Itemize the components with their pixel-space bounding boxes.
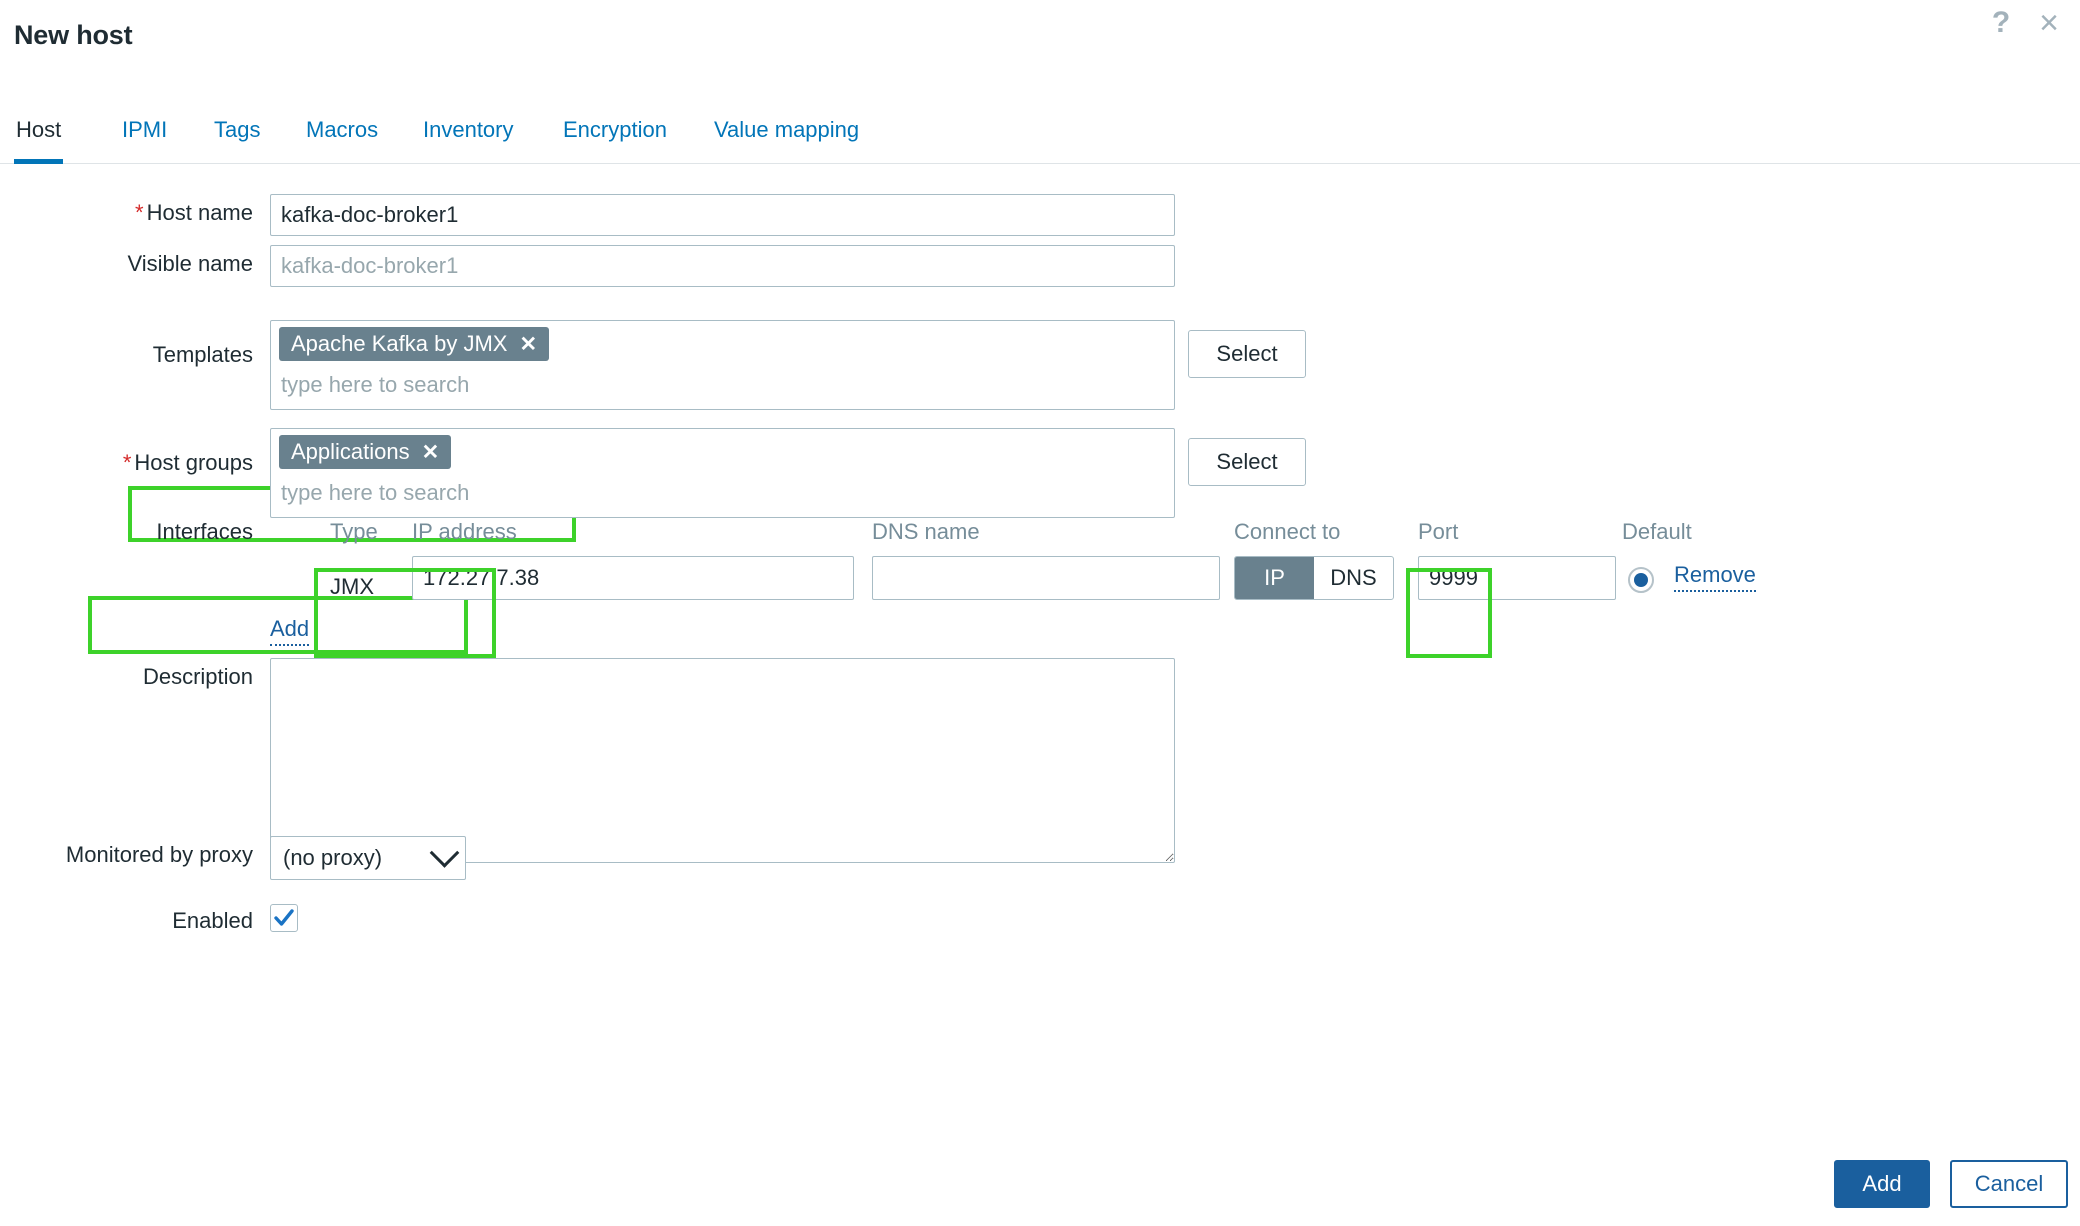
templates-label: Templates [0, 342, 253, 368]
monitored-by-proxy-select[interactable]: (no proxy) [270, 836, 466, 880]
enabled-label: Enabled [0, 908, 253, 934]
column-header-type: Type [330, 519, 378, 545]
description-textarea[interactable] [270, 658, 1175, 863]
column-header-ip-address: IP address [412, 519, 517, 545]
visible-name-label: Visible name [0, 251, 253, 277]
cancel-button[interactable]: Cancel [1950, 1160, 2068, 1208]
interfaces-label: Interfaces [0, 519, 253, 545]
tab-ipmi[interactable]: IPMI [120, 108, 169, 164]
column-header-connect-to: Connect to [1234, 519, 1340, 545]
host-name-label: *Host name [0, 200, 253, 226]
help-icon[interactable]: ? [1986, 8, 2016, 38]
interface-port-input[interactable] [1418, 556, 1616, 600]
connect-to-toggle[interactable]: IP DNS [1234, 556, 1394, 600]
tab-bar: Host IPMI Tags Macros Inventory Encrypti… [0, 108, 2080, 164]
templates-search-input[interactable] [279, 371, 1135, 399]
tab-value-mapping[interactable]: Value mapping [712, 108, 861, 164]
column-header-default: Default [1622, 519, 1692, 545]
tab-host[interactable]: Host [14, 108, 63, 164]
templates-chip[interactable]: Apache Kafka by JMX ✕ [279, 327, 549, 361]
host-name-input[interactable] [270, 194, 1175, 236]
page-title: New host [14, 20, 132, 51]
interface-type-value: JMX [330, 574, 374, 600]
enabled-checkbox[interactable] [270, 904, 298, 932]
connect-to-option-dns[interactable]: DNS [1314, 557, 1393, 599]
tab-encryption[interactable]: Encryption [561, 108, 669, 164]
tab-inventory[interactable]: Inventory [421, 108, 516, 164]
host-groups-search-input[interactable] [279, 479, 1135, 507]
monitored-by-proxy-label: Monitored by proxy [0, 842, 253, 868]
host-groups-chip[interactable]: Applications ✕ [279, 435, 451, 469]
column-header-port: Port [1418, 519, 1458, 545]
interface-remove-link[interactable]: Remove [1674, 562, 1756, 592]
templates-multiselect[interactable]: Apache Kafka by JMX ✕ [270, 320, 1175, 410]
templates-select-button[interactable]: Select [1188, 330, 1306, 378]
description-label: Description [0, 664, 253, 690]
monitored-by-proxy-value: (no proxy) [283, 845, 382, 871]
host-groups-multiselect[interactable]: Applications ✕ [270, 428, 1175, 518]
interface-add-link[interactable]: Add [270, 616, 309, 646]
column-header-dns-name: DNS name [872, 519, 980, 545]
check-icon [273, 907, 295, 929]
interface-default-radio[interactable] [1628, 567, 1654, 593]
close-icon[interactable]: × [2034, 8, 2064, 38]
connect-to-option-ip[interactable]: IP [1235, 557, 1314, 599]
close-icon[interactable]: ✕ [422, 442, 440, 463]
interface-dns-name-input[interactable] [872, 556, 1220, 600]
dialog-header: New host ? × [0, 0, 2080, 74]
chevron-down-icon [430, 837, 460, 867]
host-groups-chip-label: Applications [291, 439, 410, 465]
host-groups-select-button[interactable]: Select [1188, 438, 1306, 486]
header-controls: ? × [1986, 8, 2064, 38]
required-marker: * [123, 450, 132, 475]
templates-chip-label: Apache Kafka by JMX [291, 331, 507, 357]
required-marker: * [135, 200, 144, 225]
host-groups-label: *Host groups [0, 450, 253, 476]
submit-button[interactable]: Add [1834, 1160, 1930, 1208]
interface-ip-address-input[interactable] [412, 556, 854, 600]
tab-tags[interactable]: Tags [212, 108, 262, 164]
close-icon[interactable]: ✕ [519, 334, 537, 355]
tab-macros[interactable]: Macros [304, 108, 380, 164]
visible-name-input[interactable] [270, 245, 1175, 287]
dialog-footer: Add Cancel [0, 1140, 2080, 1226]
